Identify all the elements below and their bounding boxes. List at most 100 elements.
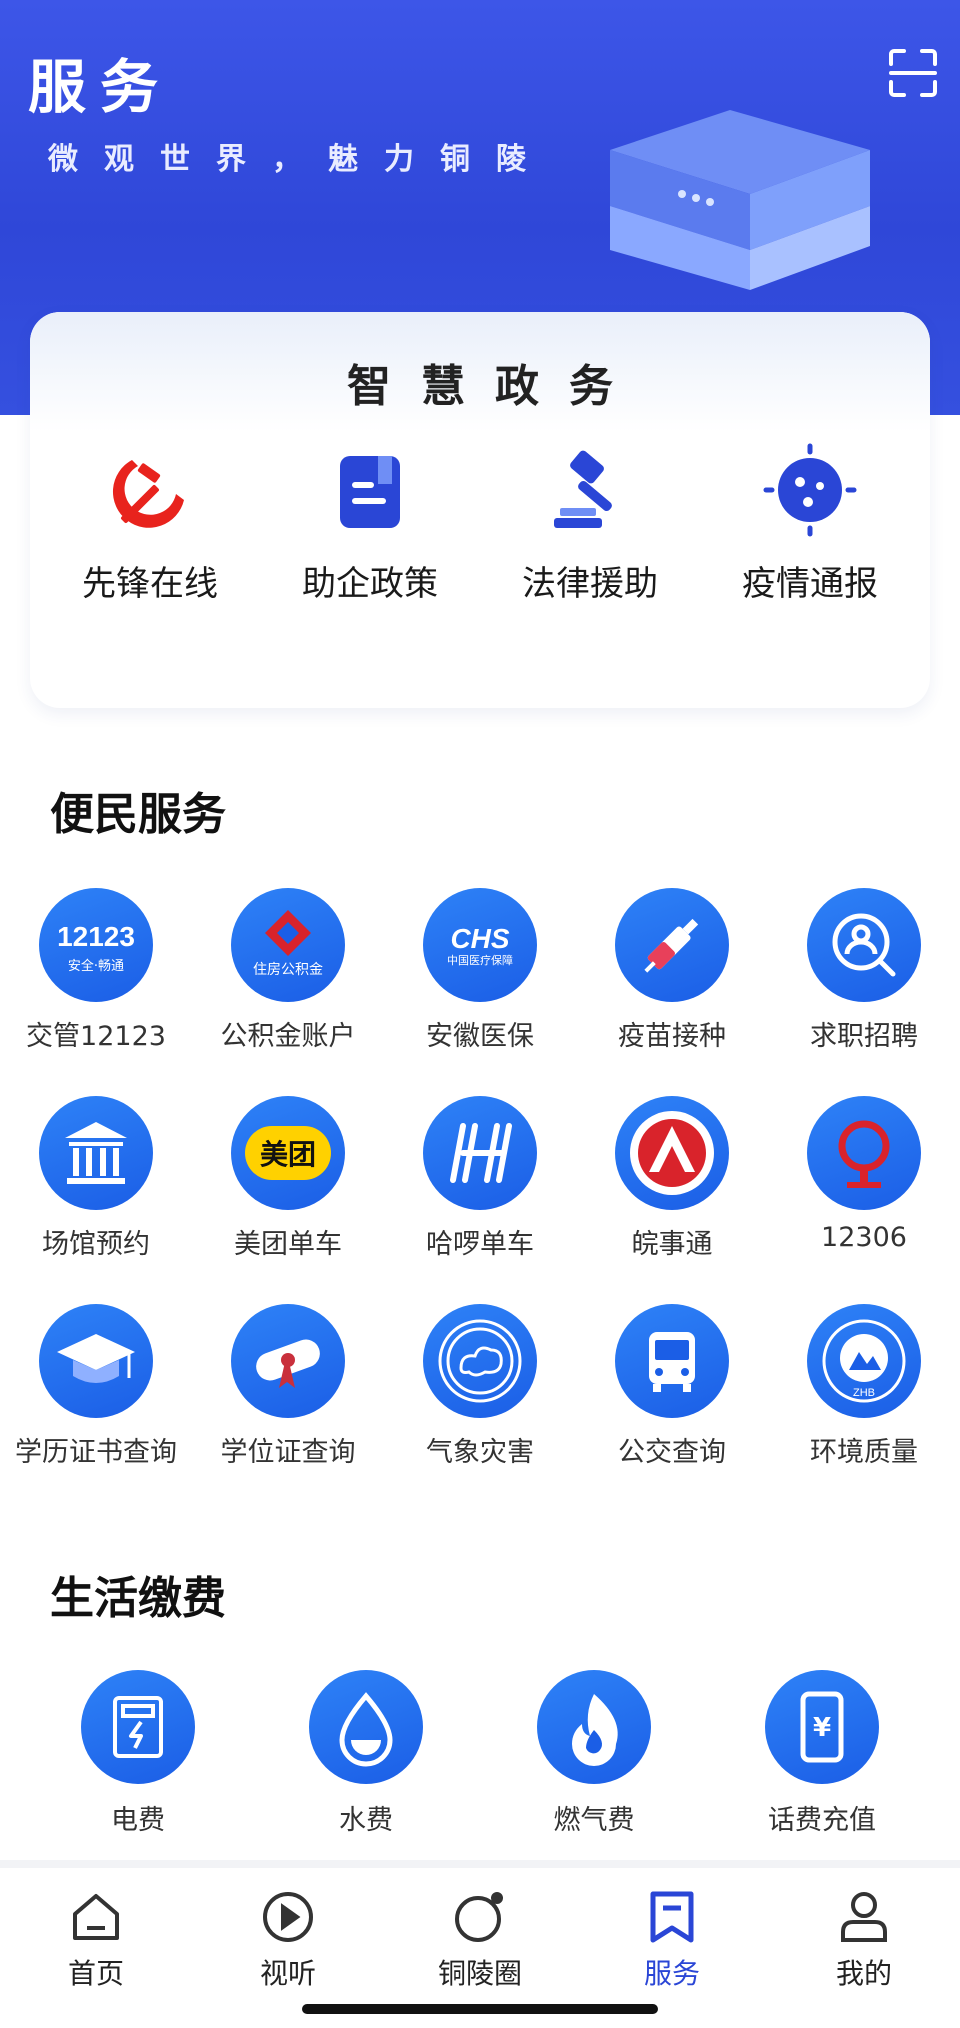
nav-label: 首页 — [67, 1957, 124, 1990]
service-label: 环境质量 — [810, 1437, 918, 1468]
living-title: 生活缴费 — [50, 1573, 226, 1624]
gov-item-vanguard[interactable]: 先锋在线 — [45, 442, 255, 605]
service-label: 公积金账户 — [220, 1021, 356, 1052]
electricity-meter-icon — [81, 1670, 195, 1784]
circle-icon — [455, 1892, 503, 1942]
scan-icon[interactable] — [888, 48, 938, 98]
payment-water[interactable]: 水费 — [266, 1670, 466, 1837]
svg-text:中国医疗保障: 中国医疗保障 — [447, 953, 513, 967]
payment-phone[interactable]: ¥ 话费充值 — [722, 1670, 922, 1837]
traffic-12123-icon: 12123 安全·畅通 — [39, 888, 153, 1002]
party-emblem-icon — [112, 460, 184, 528]
payment-label: 水费 — [339, 1805, 393, 1836]
home-icon — [73, 1894, 119, 1940]
home-indicator — [302, 2004, 658, 2014]
service-label: 学位证查询 — [220, 1437, 356, 1468]
service-label: 哈啰单车 — [426, 1229, 534, 1260]
service-jobs[interactable]: 求职招聘 — [768, 888, 960, 1096]
svg-text:ZHB: ZHB — [853, 1387, 875, 1399]
payment-gas[interactable]: 燃气费 — [494, 1670, 694, 1837]
service-weather[interactable]: 气象灾害 — [384, 1304, 576, 1512]
gov-item-legal-aid[interactable]: 法律援助 — [485, 442, 695, 605]
svg-text:美团: 美团 — [260, 1138, 316, 1171]
play-icon — [263, 1892, 313, 1942]
svg-text:¥: ¥ — [813, 1713, 831, 1743]
hello-bike-icon — [423, 1096, 537, 1210]
service-label: 安徽医保 — [426, 1021, 534, 1052]
venue-icon — [39, 1096, 153, 1210]
meituan-icon: 美团 — [231, 1096, 345, 1210]
service-label: 场馆预约 — [42, 1229, 150, 1260]
service-education-cert[interactable]: 学历证书查询 — [0, 1304, 192, 1512]
syringe-icon — [615, 888, 729, 1002]
virus-icon — [763, 443, 857, 537]
housing-fund-icon: 住房公积金 — [231, 888, 345, 1002]
nav-label: 视听 — [259, 1957, 316, 1990]
flame-icon — [537, 1670, 651, 1784]
slogan: 微观世界，魅力铜陵 — [48, 142, 552, 177]
service-label: 气象灾害 — [426, 1437, 534, 1468]
service-label: 交管12123 — [26, 1021, 166, 1052]
service-label: 公交查询 — [618, 1437, 726, 1468]
service-hello-bike[interactable]: 哈啰单车 — [384, 1096, 576, 1304]
nav-label: 我的 — [835, 1957, 892, 1990]
service-label: 学历证书查询 — [15, 1437, 177, 1468]
nav-home[interactable]: 首页 — [0, 1868, 192, 2028]
smart-gov-card: 智慧政务 先锋在线 助企政策 法律援助 疫情通报 — [30, 312, 930, 708]
profile-icon — [841, 1892, 887, 1942]
smart-gov-header: 智慧政务 — [30, 312, 930, 432]
page-title: 服务 — [28, 53, 173, 121]
service-label: 疫苗接种 — [618, 1021, 726, 1052]
smart-gov-title: 智慧政务 — [347, 361, 643, 412]
weather-icon — [423, 1304, 537, 1418]
gov-item-policy[interactable]: 助企政策 — [265, 442, 475, 605]
nav-label: 铜陵圈 — [437, 1957, 522, 1990]
wanshitong-icon — [615, 1096, 729, 1210]
service-label: 求职招聘 — [810, 1021, 918, 1052]
service-meituan[interactable]: 美团 美团单车 — [192, 1096, 384, 1304]
bus-icon — [615, 1304, 729, 1418]
water-drop-icon — [309, 1670, 423, 1784]
svg-text:住房公积金: 住房公积金 — [253, 962, 323, 978]
service-label: 皖事通 — [631, 1229, 713, 1260]
chs-medical-icon: CHS 中国医疗保障 — [423, 888, 537, 1002]
bookmark-icon — [650, 1891, 694, 1943]
payment-electricity[interactable]: 电费 — [38, 1670, 238, 1837]
service-venue[interactable]: 场馆预约 — [0, 1096, 192, 1304]
service-wanshitong[interactable]: 皖事通 — [576, 1096, 768, 1304]
payment-label: 燃气费 — [553, 1805, 635, 1836]
service-housing-fund[interactable]: 住房公积金 公积金账户 — [192, 888, 384, 1096]
gov-item-epidemic[interactable]: 疫情通报 — [705, 442, 915, 605]
service-vaccine[interactable]: 疫苗接种 — [576, 888, 768, 1096]
environment-icon: ZHB — [807, 1304, 921, 1418]
gov-label: 法律援助 — [522, 564, 658, 604]
service-12306[interactable]: 12306 — [768, 1096, 960, 1304]
graduation-cap-icon — [39, 1304, 153, 1418]
living-grid: 电费 水费 燃气费 ¥ 话费充值 — [0, 1670, 960, 1837]
svg-text:12123: 12123 — [57, 921, 135, 952]
diploma-icon — [231, 1304, 345, 1418]
service-label: 12306 — [821, 1222, 907, 1253]
payment-label: 话费充值 — [768, 1805, 876, 1836]
railway-icon — [807, 1096, 921, 1210]
gov-label: 疫情通报 — [742, 564, 878, 604]
document-icon — [340, 456, 400, 528]
payment-label: 电费 — [111, 1805, 165, 1836]
service-bus[interactable]: 公交查询 — [576, 1304, 768, 1512]
smart-gov-items: 先锋在线 助企政策 法律援助 疫情通报 — [30, 442, 930, 605]
job-search-icon — [807, 888, 921, 1002]
svg-text:安全·畅通: 安全·畅通 — [68, 958, 124, 974]
convenience-grid: 12123 安全·畅通 交管12123 住房公积金 公积金账户 CHS 中国医疗… — [0, 888, 960, 1512]
isometric-box-decoration — [610, 110, 870, 290]
phone-recharge-icon: ¥ — [765, 1670, 879, 1784]
gov-label: 先锋在线 — [82, 564, 218, 604]
service-degree-cert[interactable]: 学位证查询 — [192, 1304, 384, 1512]
service-traffic[interactable]: 12123 安全·畅通 交管12123 — [0, 888, 192, 1096]
service-label: 美团单车 — [234, 1229, 342, 1260]
service-medical[interactable]: CHS 中国医疗保障 安徽医保 — [384, 888, 576, 1096]
svg-text:CHS: CHS — [450, 923, 509, 954]
nav-profile[interactable]: 我的 — [768, 1868, 960, 2028]
convenience-title: 便民服务 — [50, 789, 226, 840]
gov-label: 助企政策 — [302, 564, 438, 604]
service-environment[interactable]: ZHB 环境质量 — [768, 1304, 960, 1512]
